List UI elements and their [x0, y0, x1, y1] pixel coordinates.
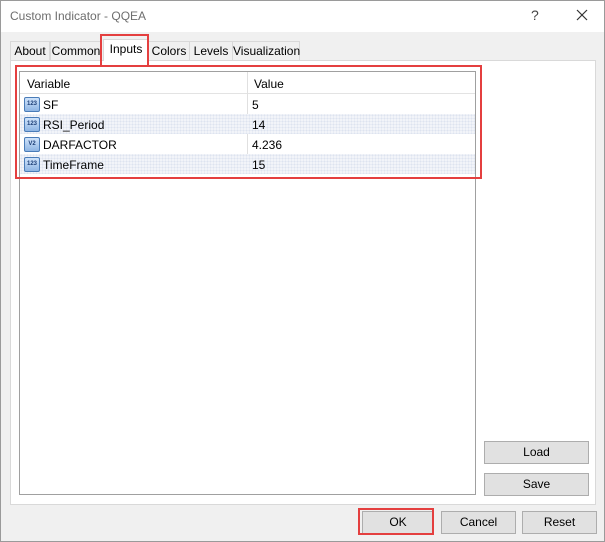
inputs-grid: Variable Value 123 SF 5 123 RSI_Period 1… — [19, 71, 476, 495]
load-button[interactable]: Load — [484, 441, 589, 464]
save-button[interactable]: Save — [484, 473, 589, 496]
dialog-window: Custom Indicator - QQEA ? About Common I… — [0, 0, 605, 542]
variable-name: RSI_Period — [43, 118, 105, 132]
cancel-button[interactable]: Cancel — [441, 511, 516, 534]
tab-inputs[interactable]: Inputs — [103, 39, 149, 61]
table-row[interactable]: 123 SF 5 — [20, 94, 475, 114]
variable-value[interactable]: 14 — [252, 118, 265, 132]
table-row[interactable]: V2 DARFACTOR 4.236 — [20, 134, 475, 154]
variable-name: SF — [43, 98, 59, 112]
variable-value[interactable]: 4.236 — [252, 138, 282, 152]
integer-icon: 123 — [24, 117, 40, 132]
tab-visualization[interactable]: Visualization — [232, 41, 300, 60]
table-row[interactable]: 123 RSI_Period 14 — [20, 114, 475, 134]
tab-about[interactable]: About — [10, 41, 50, 60]
integer-icon: 123 — [24, 97, 40, 112]
table-row[interactable]: 123 TimeFrame 15 — [20, 154, 475, 174]
ok-button[interactable]: OK — [362, 511, 434, 534]
variable-name: DARFACTOR — [43, 138, 117, 152]
variable-value[interactable]: 15 — [252, 158, 265, 172]
variable-name: TimeFrame — [43, 158, 104, 172]
column-header-variable[interactable]: Variable — [27, 77, 70, 91]
window-title: Custom Indicator - QQEA — [10, 9, 147, 23]
tab-levels[interactable]: Levels — [189, 41, 233, 60]
help-button[interactable]: ? — [531, 7, 539, 23]
double-icon: V2 — [24, 137, 40, 152]
integer-icon: 123 — [24, 157, 40, 172]
close-icon[interactable] — [571, 4, 593, 26]
title-bar[interactable]: Custom Indicator - QQEA ? — [1, 1, 604, 32]
reset-button[interactable]: Reset — [522, 511, 597, 534]
column-header-value[interactable]: Value — [254, 77, 284, 91]
tab-colors[interactable]: Colors — [148, 41, 190, 60]
variable-value[interactable]: 5 — [252, 98, 259, 112]
tab-common[interactable]: Common — [50, 41, 102, 60]
